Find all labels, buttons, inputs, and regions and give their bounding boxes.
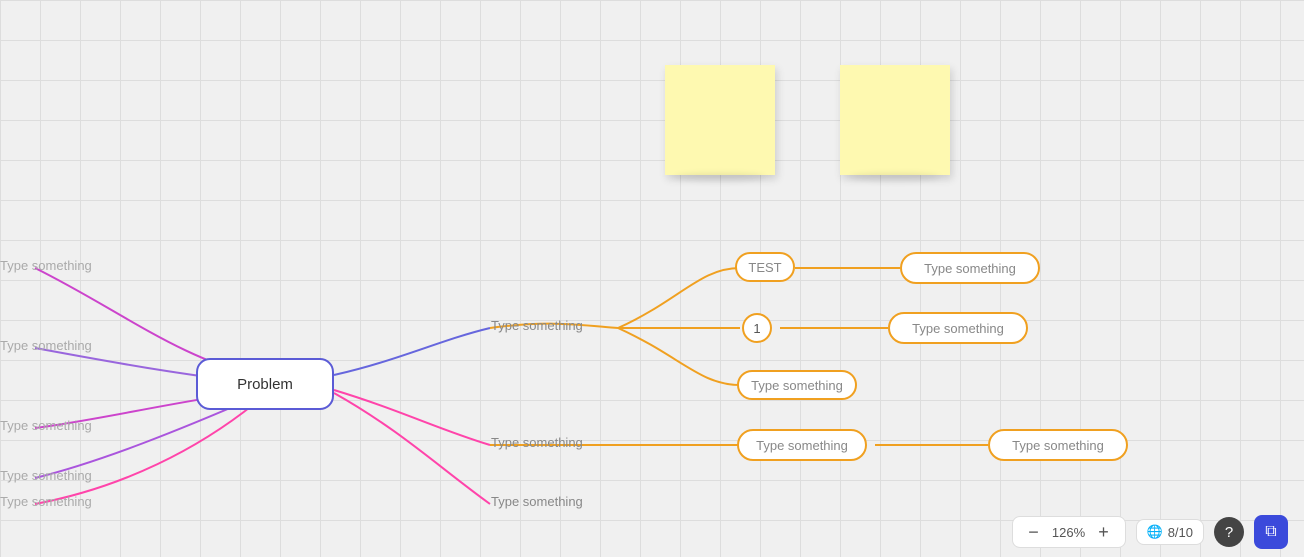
right-branch-label-1: Type something [491, 318, 583, 333]
left-branch-1: Type something [0, 258, 92, 273]
node-child-test[interactable]: Type something [900, 252, 1040, 284]
sticky-note-1[interactable] [665, 65, 775, 175]
nav-button[interactable]: ⧉ [1254, 515, 1288, 549]
left-branch-3: Type something [0, 418, 92, 433]
badge-count: 8/10 [1168, 525, 1193, 540]
node-type-something-1[interactable]: Type something [737, 370, 857, 400]
sticky-note-2[interactable] [840, 65, 950, 175]
badge-button[interactable]: 🌐 8/10 [1136, 519, 1205, 545]
node-1[interactable]: 1 [742, 313, 772, 343]
node-bottom-left[interactable]: Type something [737, 429, 867, 461]
help-button[interactable]: ? [1214, 517, 1244, 547]
zoom-out-button[interactable]: − [1023, 521, 1045, 543]
node-bottom-right[interactable]: Type something [988, 429, 1128, 461]
left-branch-2: Type something [0, 338, 92, 353]
node-test[interactable]: TEST [735, 252, 795, 282]
badge-icon: 🌐 [1147, 524, 1163, 540]
right-branch-label-3: Type something [491, 494, 583, 509]
zoom-level: 126% [1051, 525, 1087, 540]
left-branch-5: Type something [0, 494, 92, 509]
node-child-1[interactable]: Type something [888, 312, 1028, 344]
zoom-controls[interactable]: − 126% + [1012, 516, 1126, 548]
problem-node[interactable]: Problem [196, 358, 334, 410]
right-branch-label-2: Type something [491, 435, 583, 450]
zoom-in-button[interactable]: + [1093, 521, 1115, 543]
left-branch-4: Type something [0, 468, 92, 483]
canvas [0, 0, 1304, 557]
